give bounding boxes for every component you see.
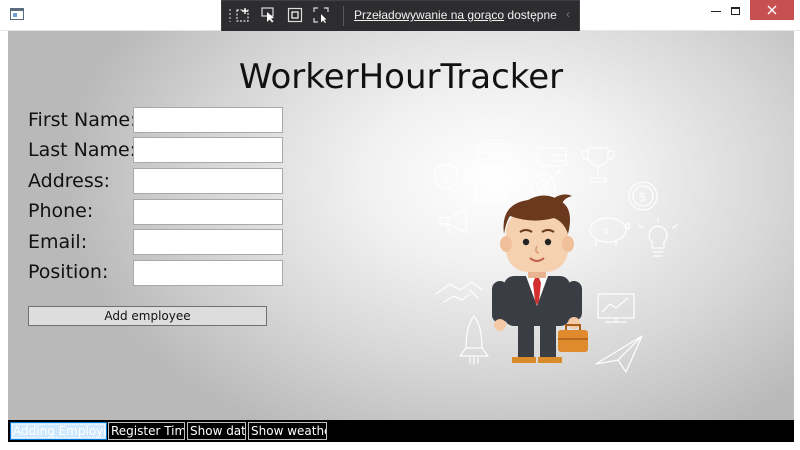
toolbar-grip-handle[interactable] bbox=[228, 8, 232, 22]
svg-text:$: $ bbox=[443, 175, 448, 185]
position-label: Position: bbox=[28, 261, 109, 283]
toolbar-separator bbox=[343, 6, 344, 26]
first-name-label: First Name: bbox=[28, 109, 137, 131]
hot-reload-link[interactable]: Przeładowywanie na gorąco bbox=[354, 8, 504, 22]
page-title: WorkerHourTracker bbox=[238, 57, 564, 97]
window-app-icon[interactable] bbox=[10, 8, 24, 20]
email-input[interactable] bbox=[133, 229, 283, 255]
live-visual-tree-icon[interactable] bbox=[235, 6, 253, 24]
phone-input[interactable] bbox=[133, 199, 283, 225]
chevron-left-icon[interactable]: ‹ bbox=[566, 7, 570, 21]
last-name-label: Last Name: bbox=[28, 139, 137, 161]
hot-reload-status: Przeładowywanie na gorąco dostępne bbox=[354, 8, 557, 22]
select-element-icon[interactable] bbox=[260, 6, 278, 24]
address-label: Address: bbox=[28, 170, 111, 192]
display-layout-adorners-icon[interactable] bbox=[286, 6, 304, 24]
last-name-input[interactable] bbox=[133, 137, 283, 163]
tab-register-time[interactable]: Register Time bbox=[108, 422, 185, 440]
tab-adding-employee[interactable]: Adding Employee bbox=[10, 422, 107, 440]
businessman-character bbox=[492, 194, 588, 363]
maximize-icon bbox=[730, 7, 740, 15]
tab-show-weather[interactable]: Show weather bbox=[248, 422, 327, 440]
businessman-illustration: $ $ $ bbox=[433, 139, 678, 373]
position-input[interactable] bbox=[133, 260, 283, 286]
main-content: WorkerHourTracker First Name: Last Name:… bbox=[8, 31, 794, 420]
tab-show-data[interactable]: Show data bbox=[187, 422, 246, 440]
maximize-button[interactable] bbox=[720, 0, 750, 22]
svg-text:$: $ bbox=[604, 227, 609, 236]
close-button[interactable] bbox=[750, 0, 794, 20]
phone-label: Phone: bbox=[28, 200, 94, 222]
bottom-navigation-bar: Adding Employee Register Time Show data … bbox=[8, 420, 794, 442]
address-input[interactable] bbox=[133, 168, 283, 194]
hot-reload-status-suffix: dostępne bbox=[504, 8, 557, 22]
email-label: Email: bbox=[28, 231, 88, 253]
first-name-input[interactable] bbox=[133, 107, 283, 133]
svg-text:$: $ bbox=[639, 190, 646, 204]
track-focus-icon[interactable] bbox=[312, 6, 330, 24]
close-icon bbox=[767, 5, 777, 15]
add-employee-button[interactable]: Add employee bbox=[28, 306, 267, 326]
